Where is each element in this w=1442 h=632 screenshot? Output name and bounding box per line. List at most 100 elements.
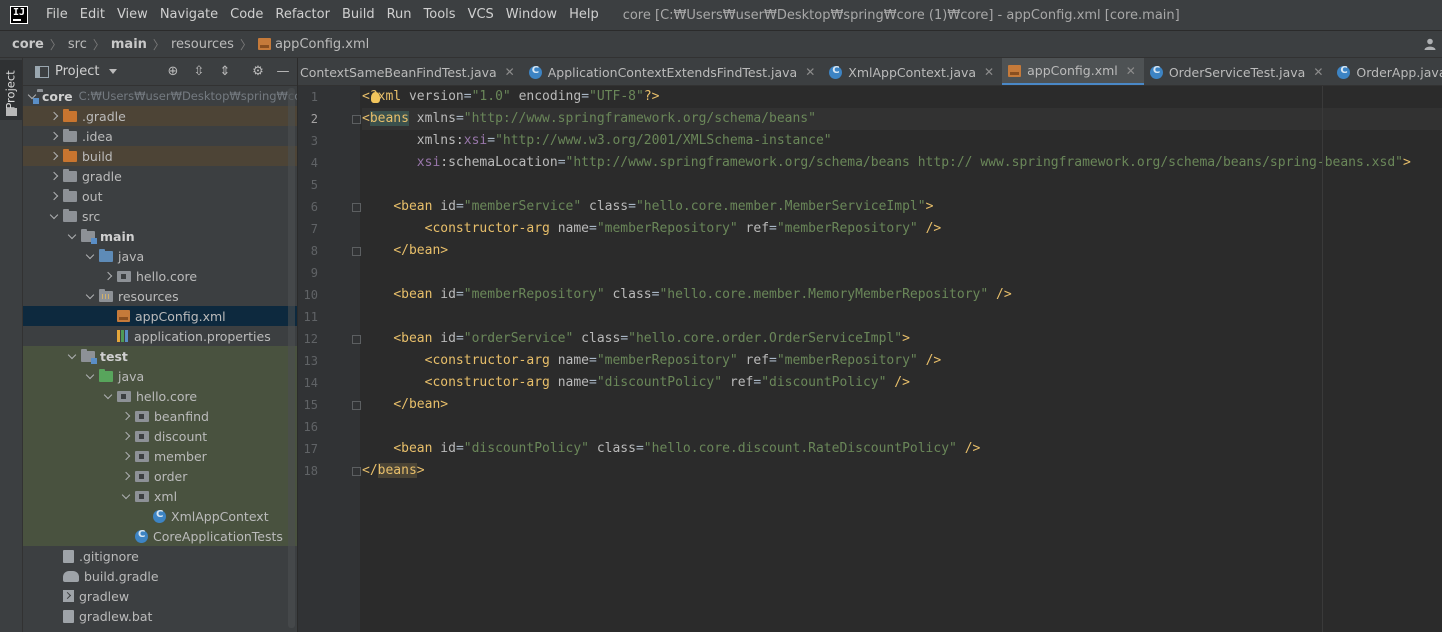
menu-help[interactable]: Help (563, 0, 605, 30)
chevron-down-icon[interactable] (65, 229, 79, 243)
chevron-right-icon[interactable] (119, 409, 133, 423)
close-icon[interactable]: ✕ (805, 65, 815, 79)
menu-code[interactable]: Code (224, 0, 269, 30)
user-icon[interactable] (1424, 38, 1436, 50)
tree-item[interactable]: .gradle (23, 106, 297, 126)
tree-item[interactable]: order (23, 466, 297, 486)
tree-item[interactable]: java (23, 246, 297, 266)
editor-tab[interactable]: OrderServiceTest.java ✕ (1144, 58, 1332, 85)
tree-item[interactable]: .gitignore (23, 546, 297, 566)
menu-window[interactable]: Window (500, 0, 563, 30)
tree-item[interactable]: build.gradle (23, 566, 297, 586)
chevron-right-icon[interactable] (47, 189, 61, 203)
chevron-down-icon[interactable] (83, 369, 97, 383)
chevron-down-icon[interactable] (83, 289, 97, 303)
tree-item[interactable]: discount (23, 426, 297, 446)
code-editor[interactable]: <?xml version="1.0" encoding="UTF-8"?><b… (362, 86, 1442, 632)
chevron-down-icon[interactable] (83, 249, 97, 263)
tree-item[interactable]: src (23, 206, 297, 226)
editor-tab-label: XmlAppContext.java (848, 64, 977, 80)
project-panel-title[interactable]: Project (55, 64, 99, 79)
chevron-right-icon[interactable] (47, 109, 61, 123)
expand-all-icon[interactable]: ⇳ (191, 64, 207, 80)
tree-item[interactable]: CoreApplicationTests (23, 526, 297, 546)
tree-item[interactable]: test (23, 346, 297, 366)
close-icon[interactable]: ✕ (1313, 65, 1323, 79)
chevron-right-icon: 〉 (92, 37, 105, 52)
chevron-down-icon[interactable] (119, 489, 133, 503)
menu-file[interactable]: File (40, 0, 74, 30)
chevron-down-icon[interactable] (47, 209, 61, 223)
collapse-all-icon[interactable]: ⇕ (217, 64, 233, 80)
code-token: "orderService" (463, 331, 574, 346)
chevron-down-icon[interactable] (101, 389, 115, 403)
tree-item[interactable]: resources (23, 286, 297, 306)
tree-item[interactable]: application.properties (23, 326, 297, 346)
breadcrumb-item-resources[interactable]: resources (171, 37, 234, 52)
tree-item[interactable]: gradlew (23, 586, 297, 606)
menu-refactor[interactable]: Refactor (269, 0, 336, 30)
tree-item[interactable]: java (23, 366, 297, 386)
breadcrumb-item-file[interactable]: appConfig.xml (257, 37, 369, 52)
fold-marker-icon[interactable] (352, 203, 361, 212)
tree-item[interactable]: hello.core (23, 386, 297, 406)
editor-tab[interactable]: OrderApp.java✕ (1331, 58, 1442, 85)
code-line: <bean id="memberService" class="hello.co… (362, 196, 933, 218)
tree-item-label: hello.core (136, 268, 198, 284)
tree-item[interactable]: gradle (23, 166, 297, 186)
menu-tools[interactable]: Tools (418, 0, 462, 30)
fold-marker-icon[interactable] (352, 115, 361, 124)
chevron-right-icon[interactable] (119, 469, 133, 483)
tree-item[interactable]: out (23, 186, 297, 206)
chevron-down-icon[interactable] (65, 349, 79, 363)
hide-icon[interactable]: — (275, 64, 291, 80)
intention-bulb-icon[interactable] (371, 92, 380, 103)
chevron-down-icon[interactable] (109, 69, 118, 74)
tree-item[interactable]: build (23, 146, 297, 166)
chevron-right-icon[interactable] (47, 169, 61, 183)
package-icon (135, 410, 149, 422)
project-tree-scrollbar[interactable] (288, 88, 295, 628)
breadcrumb-item-main[interactable]: main (111, 37, 147, 52)
menu-build[interactable]: Build (336, 0, 381, 30)
tree-item[interactable]: main (23, 226, 297, 246)
line-number: 1 (310, 90, 318, 104)
close-icon[interactable]: ✕ (1126, 64, 1136, 78)
folder-icon (81, 348, 97, 364)
tree-item[interactable]: XmlAppContext (23, 506, 297, 526)
tree-item[interactable]: hello.core (23, 266, 297, 286)
menu-view[interactable]: View (111, 0, 154, 30)
chevron-right-icon[interactable] (119, 429, 133, 443)
locate-icon[interactable]: ⊕ (165, 64, 181, 80)
breadcrumb-item-core[interactable]: core (12, 37, 44, 52)
close-icon[interactable]: ✕ (505, 65, 515, 79)
chevron-right-icon[interactable] (47, 129, 61, 143)
tree-item[interactable]: core C:₩Users₩user₩Desktop₩spring₩core (23, 86, 297, 106)
chevron-right-icon[interactable] (119, 449, 133, 463)
fold-marker-icon[interactable] (352, 467, 361, 476)
editor-tab[interactable]: appConfig.xml ✕ (1002, 58, 1144, 85)
chevron-right-icon[interactable] (101, 269, 115, 283)
close-icon[interactable]: ✕ (984, 65, 994, 79)
menu-vcs[interactable]: VCS (462, 0, 500, 30)
tree-item[interactable]: .idea (23, 126, 297, 146)
gear-icon[interactable]: ⚙ (250, 64, 266, 80)
tree-item[interactable]: appConfig.xml (23, 306, 297, 326)
chevron-right-icon[interactable] (47, 149, 61, 163)
breadcrumb-item-src[interactable]: src (68, 37, 87, 52)
fold-marker-icon[interactable] (352, 247, 361, 256)
code-token: constructor-arg (432, 221, 558, 236)
tree-item[interactable]: member (23, 446, 297, 466)
tree-item[interactable]: gradlew.bat (23, 606, 297, 626)
code-token: /> (894, 375, 910, 390)
tree-item[interactable]: beanfind (23, 406, 297, 426)
editor-tab[interactable]: XmlAppContext.java ✕ (823, 58, 1002, 85)
fold-marker-icon[interactable] (352, 335, 361, 344)
menu-edit[interactable]: Edit (74, 0, 111, 30)
menu-navigate[interactable]: Navigate (154, 0, 224, 30)
tree-item[interactable]: xml (23, 486, 297, 506)
editor-tab[interactable]: ContextSameBeanFindTest.java ✕ (298, 58, 523, 85)
editor-tab[interactable]: ApplicationContextExtendsFindTest.java ✕ (523, 58, 824, 85)
menu-run[interactable]: Run (381, 0, 418, 30)
fold-marker-icon[interactable] (352, 401, 361, 410)
